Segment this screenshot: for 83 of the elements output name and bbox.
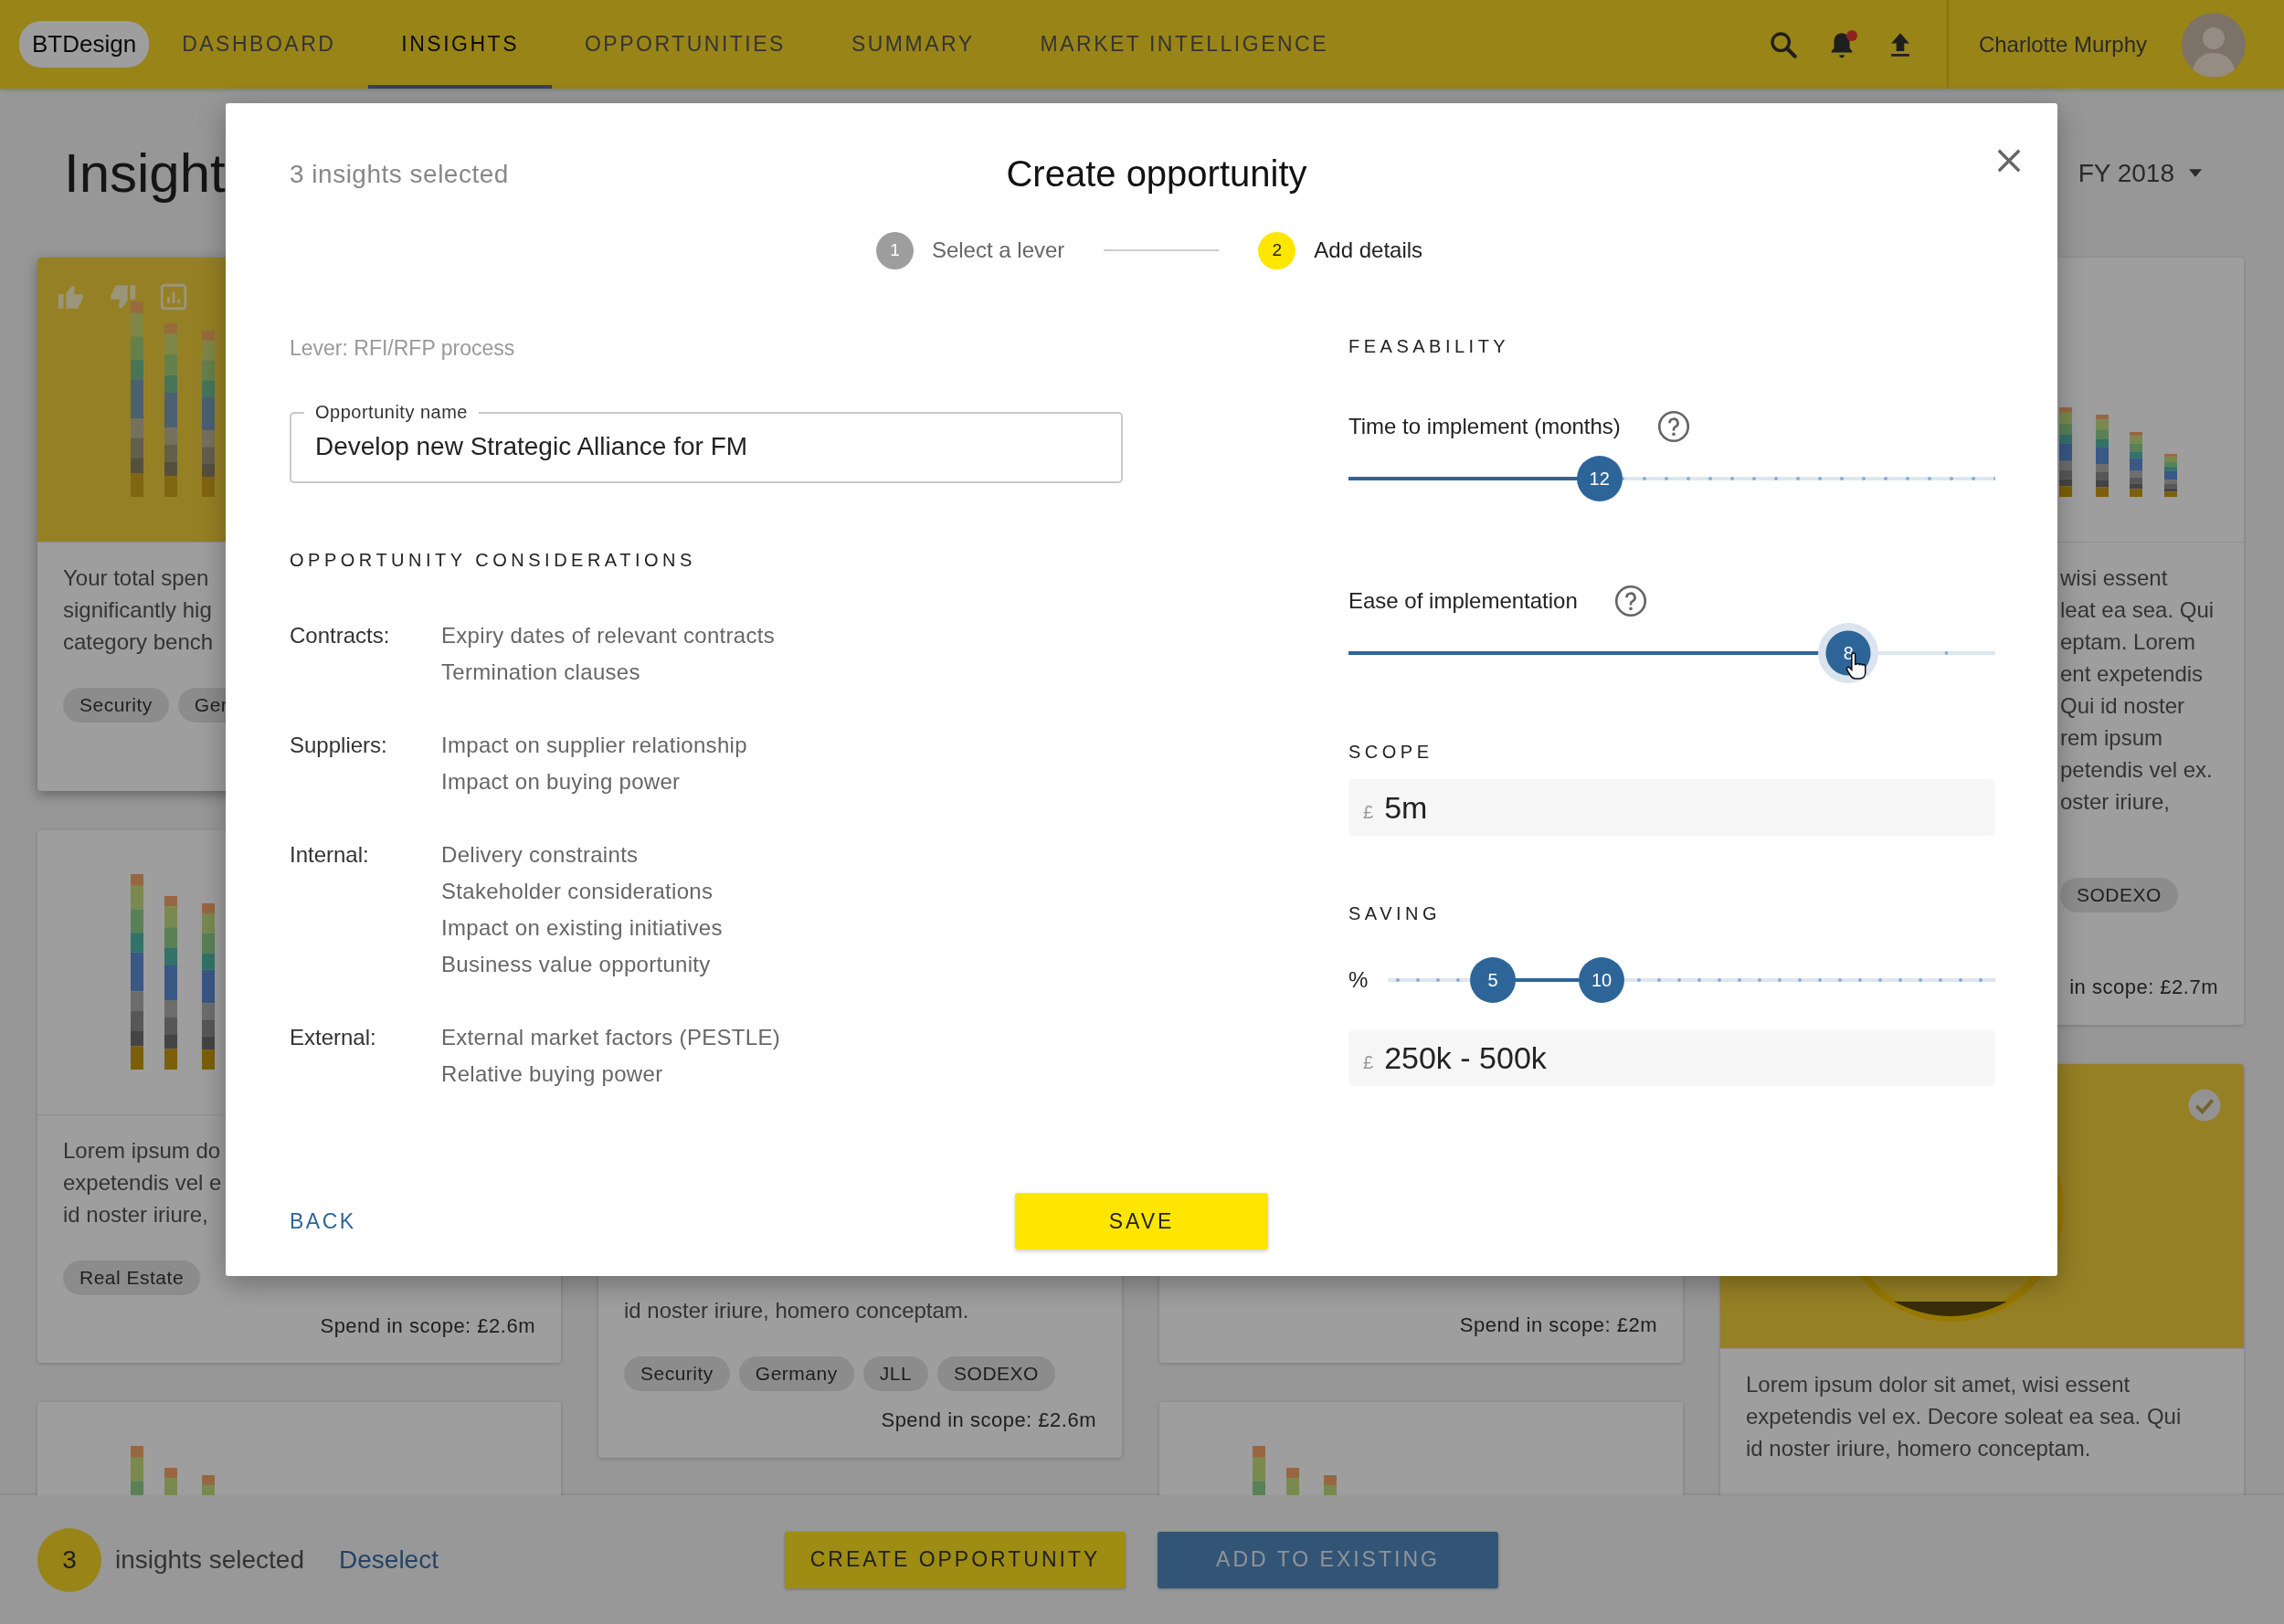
unit-label: % <box>1348 967 1369 993</box>
consideration-item: Termination clauses <box>441 659 641 686</box>
check-circle-icon[interactable] <box>2187 1088 2222 1123</box>
slider[interactable]: 12 <box>1348 448 1995 509</box>
consideration-item: Expiry dates of relevant contracts <box>441 622 776 649</box>
nav-tab[interactable]: OPPORTUNITIES <box>552 0 819 89</box>
tag[interactable]: Real Estate <box>63 1260 201 1295</box>
stacked-bar <box>1324 1475 1337 1495</box>
card-text: Lorem ipsum dolor sit amet, wisi essent expetendis vel ex. Decore soleat ea sea. Qui id noster iriure, homero conceptam. <box>1746 1371 2182 1462</box>
dialog-title: Create opportunity <box>1006 153 1307 195</box>
consideration-item: Impact on supplier relationship <box>441 732 747 759</box>
save-button[interactable]: SAVE <box>1015 1193 1268 1250</box>
chart-icon[interactable] <box>158 281 189 312</box>
period-dropdown[interactable]: FY 2018 <box>2072 157 2207 189</box>
nav-tab[interactable]: INSIGHTS <box>368 0 552 89</box>
nav-tab[interactable]: SUMMARY <box>818 0 1008 89</box>
consideration-item: External market factors (PESTLE) <box>441 1024 781 1051</box>
help-icon[interactable] <box>1656 410 1690 443</box>
spend-in-scope: in scope: £2.7m <box>2068 975 2218 1000</box>
section-heading: SCOPE <box>1348 741 1434 764</box>
selection-count-text: 3 insights selected <box>290 159 510 189</box>
back-link[interactable]: BACK <box>290 1208 356 1234</box>
tag[interactable]: Security <box>624 1356 730 1391</box>
consideration-item: Impact on buying power <box>441 768 682 796</box>
saving-field[interactable]: £ 250k - 500k <box>1348 1029 1995 1086</box>
range-slider[interactable]: 5 10 <box>1388 950 1995 1010</box>
consideration-item: Business value opportunity <box>441 951 712 978</box>
close-icon <box>1996 147 2022 174</box>
consideration-item: Impact on existing initiatives <box>441 914 723 942</box>
nav-tab[interactable]: DASHBOARD <box>149 0 369 89</box>
tag[interactable]: Security <box>63 688 169 722</box>
spend-in-scope: Spend in scope: £2.6m <box>880 1408 1096 1433</box>
stacked-bar <box>1253 1446 1265 1495</box>
stacked-bar <box>2164 454 2177 497</box>
consideration-item: Delivery constraints <box>441 841 640 869</box>
deselect-link[interactable]: Deselect <box>339 1545 439 1575</box>
section-heading: FEASABILITY <box>1348 335 1511 358</box>
consideration-label: External: <box>290 1024 377 1051</box>
stacked-bar <box>202 1475 215 1495</box>
avatar[interactable] <box>2182 12 2246 77</box>
tag[interactable]: Germany <box>738 1356 854 1391</box>
section-heading: OPPORTUNITY CONSIDERATIONS <box>290 549 697 572</box>
card-text: id noster iriure, homero conceptam. <box>624 1297 969 1324</box>
lever-text: Lever: RFI/RFP process <box>290 335 516 362</box>
create-opportunity-button[interactable]: CREATE OPPORTUNITY <box>785 1531 1126 1588</box>
consideration-label: Contracts: <box>290 622 391 649</box>
slider-label: Ease of implementation <box>1348 588 1578 614</box>
opportunity-name-field[interactable]: Opportunity name Develop new Strategic Alliance for FM <box>290 402 1123 483</box>
slider-label: Time to implement (months) <box>1348 414 1621 439</box>
logo[interactable]: BTDesign <box>19 21 150 68</box>
slider-thumb[interactable]: 5 <box>1470 957 1517 1003</box>
section-heading: SAVING <box>1348 902 1443 925</box>
slider-thumb[interactable]: 12 <box>1576 456 1623 501</box>
page-title: Insight <box>64 142 226 205</box>
add-to-existing-button[interactable]: ADD TO EXISTING <box>1158 1531 1498 1588</box>
count-badge: 3 <box>37 1527 101 1592</box>
scope-field[interactable]: £ 5m <box>1348 779 1995 836</box>
step-label[interactable]: Add details <box>1314 237 1423 263</box>
step-number[interactable]: 1 <box>875 231 914 269</box>
stacked-bar <box>164 1468 177 1495</box>
step-label[interactable]: Select a lever <box>931 237 1065 263</box>
slider-thumb[interactable]: 10 <box>1579 957 1625 1003</box>
card-text: Your total spen significantly hig category bench <box>63 564 214 656</box>
tag[interactable]: SODEXO <box>2060 878 2178 912</box>
tag[interactable]: SODEXO <box>937 1356 1055 1391</box>
card-text: wisi essent leat ea sea. Qui eptam. Lorem ent expetendis Qui id noster rem ipsum petendis vel ex. oster iriure, <box>2060 564 2215 816</box>
spend-in-scope: Spend in scope: £2.6m <box>319 1313 535 1339</box>
step-number[interactable]: 2 <box>1258 231 1296 269</box>
selection-label: insights selected <box>115 1545 304 1575</box>
consideration-item: Stakeholder considerations <box>441 878 714 905</box>
tag[interactable]: JLL <box>862 1356 929 1391</box>
help-icon[interactable] <box>1613 585 1647 617</box>
stacked-bar <box>2130 432 2142 497</box>
stacked-bar <box>131 1446 143 1495</box>
consideration-label: Internal: <box>290 841 370 869</box>
nav-tab[interactable]: MARKET INTELLIGENCE <box>1007 0 1362 89</box>
stacked-bar <box>1286 1468 1299 1495</box>
caret-icon <box>2189 169 2202 177</box>
consideration-item: Relative buying power <box>441 1060 664 1088</box>
spend-in-scope: Spend in scope: £2m <box>1458 1313 1657 1338</box>
consideration-label: Suppliers: <box>290 732 388 759</box>
user-name[interactable]: Charlotte Murphy <box>1978 31 2147 58</box>
card-text: Lorem ipsum do expetendis vel e id noster iriure, <box>63 1137 222 1229</box>
